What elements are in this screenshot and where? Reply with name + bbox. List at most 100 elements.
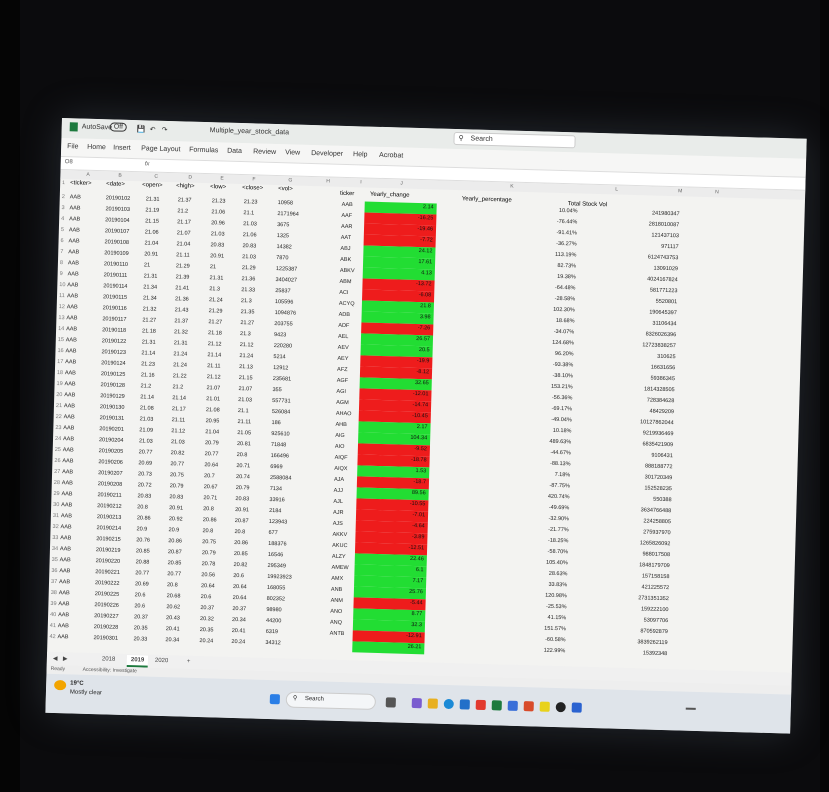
- accessibility-status[interactable]: Accessibility: Investigate: [83, 667, 137, 675]
- row-number[interactable]: 27: [54, 469, 60, 475]
- row-number[interactable]: 39: [50, 601, 56, 607]
- cell-vol[interactable]: 105596: [275, 299, 294, 306]
- cell-summary-ticker[interactable]: AKUC: [332, 543, 347, 549]
- row-number[interactable]: 24: [55, 436, 61, 442]
- cell-date[interactable]: 20190128: [100, 382, 125, 389]
- cell-yearly-change[interactable]: 26.21: [352, 641, 425, 655]
- cell-vol[interactable]: 6319: [266, 629, 278, 635]
- cell-open[interactable]: 20.86: [137, 515, 151, 521]
- cell-close[interactable]: 20.74: [236, 474, 250, 480]
- cell-date[interactable]: 20190211: [97, 492, 121, 499]
- row-number[interactable]: 28: [54, 480, 60, 486]
- cell-high[interactable]: 20.87: [168, 549, 182, 555]
- cell-total-stock-vol[interactable]: 3634766488: [641, 507, 672, 514]
- cell-high[interactable]: 21.32: [174, 329, 188, 335]
- cell-vol[interactable]: 16546: [268, 552, 283, 558]
- cell-date[interactable]: 20190123: [101, 349, 126, 356]
- cell-total-stock-vol[interactable]: 6835421909: [642, 441, 673, 448]
- cell-close[interactable]: 20.83: [242, 243, 256, 249]
- cell-summary-ticker[interactable]: ANQ: [330, 620, 342, 626]
- cell-ticker[interactable]: AAB: [59, 568, 70, 574]
- cell-ticker[interactable]: AAB: [70, 194, 81, 200]
- cell-high[interactable]: 20.77: [167, 571, 181, 577]
- cell-date[interactable]: 20190201: [99, 426, 124, 433]
- cell-yearly-percentage[interactable]: 7.18%: [555, 472, 571, 478]
- cell-ticker[interactable]: AAB: [60, 535, 71, 541]
- cell-open[interactable]: 20.69: [135, 581, 149, 587]
- cell-close[interactable]: 21.05: [237, 430, 251, 436]
- cell-close[interactable]: 21.3: [240, 331, 251, 337]
- cell-low[interactable]: 20.79: [202, 550, 216, 556]
- cell-vol[interactable]: 7134: [270, 486, 282, 492]
- cell-vol[interactable]: 557731: [272, 398, 291, 405]
- cell-date[interactable]: 20190226: [94, 602, 119, 609]
- cell-high[interactable]: 20.92: [169, 516, 183, 522]
- cell-summary-ticker[interactable]: AAF: [341, 213, 352, 219]
- cell-summary-ticker[interactable]: AIQX: [334, 466, 347, 472]
- cell-date[interactable]: 20190208: [98, 481, 123, 488]
- cell-open[interactable]: 20.35: [134, 625, 148, 631]
- col-n[interactable]: N: [715, 189, 719, 195]
- cell-summary-ticker[interactable]: ACI: [339, 290, 348, 296]
- cell-vol[interactable]: 2588084: [270, 475, 292, 482]
- cell-vol[interactable]: 5214: [273, 354, 285, 360]
- cell-high[interactable]: 21.03: [171, 439, 185, 445]
- cell-yearly-percentage[interactable]: 33.83%: [548, 582, 567, 589]
- row-number[interactable]: 20: [56, 392, 62, 398]
- cell-yearly-percentage[interactable]: 19.38%: [557, 274, 576, 281]
- cell-date[interactable]: 20190114: [103, 283, 127, 290]
- cell-total-stock-vol[interactable]: 5520801: [656, 299, 678, 306]
- cell-low[interactable]: 21.14: [207, 352, 221, 358]
- add-sheet-icon[interactable]: +: [187, 659, 191, 665]
- cell-date[interactable]: 20190206: [98, 459, 123, 466]
- cell-close[interactable]: 20.64: [233, 584, 247, 590]
- cell-low[interactable]: 20.64: [204, 462, 218, 468]
- sheet-tab-2020[interactable]: 2020: [155, 658, 169, 664]
- cell-date[interactable]: 20190117: [102, 316, 126, 323]
- cell-low[interactable]: 20.8: [203, 506, 214, 512]
- cell-total-stock-vol[interactable]: 10127862044: [640, 419, 674, 426]
- cell-yearly-percentage[interactable]: 96.20%: [555, 351, 574, 358]
- cell-low[interactable]: 21.01: [206, 396, 220, 402]
- col-i[interactable]: I: [360, 179, 362, 185]
- cell-vol[interactable]: 19923923: [267, 574, 292, 581]
- cell-open[interactable]: 20.83: [137, 493, 151, 499]
- cell-high[interactable]: 20.43: [166, 615, 180, 621]
- cell-vol[interactable]: 186: [271, 420, 280, 426]
- cell-yearly-percentage[interactable]: -56.36%: [552, 395, 573, 402]
- cell-summary-ticker[interactable]: AMX: [331, 576, 343, 582]
- cell-open[interactable]: 20.72: [138, 482, 152, 488]
- cell-summary-ticker[interactable]: AIQF: [335, 455, 348, 461]
- cell-close[interactable]: 20.79: [236, 485, 250, 491]
- cell-high[interactable]: 21.17: [172, 406, 186, 412]
- cell-yearly-percentage[interactable]: 151.57%: [544, 626, 566, 633]
- tab-developer[interactable]: Developer: [311, 150, 343, 158]
- cell-vol[interactable]: 44200: [266, 618, 281, 624]
- row-number[interactable]: 31: [53, 513, 59, 519]
- cell-high[interactable]: 21.37: [178, 197, 192, 203]
- cell-close[interactable]: 21.23: [244, 199, 258, 205]
- cell-close[interactable]: 21.33: [241, 287, 255, 293]
- cell-vol[interactable]: 1094876: [275, 310, 297, 317]
- cell-close[interactable]: 20.24: [231, 639, 245, 645]
- cell-high[interactable]: 21.2: [177, 208, 188, 214]
- row-number[interactable]: 22: [56, 414, 62, 420]
- cell-yearly-percentage[interactable]: -21.77%: [548, 527, 569, 534]
- cell-total-stock-vol[interactable]: 1848179709: [639, 562, 670, 569]
- cell-yearly-percentage[interactable]: 10.18%: [553, 428, 572, 435]
- cell-summary-ticker[interactable]: AMEW: [331, 565, 348, 571]
- cell-low[interactable]: 20.91: [210, 253, 224, 259]
- row-number[interactable]: 3: [61, 205, 64, 211]
- row-number[interactable]: 15: [58, 337, 64, 343]
- cell-low[interactable]: 21.12: [208, 341, 222, 347]
- col-m[interactable]: M: [678, 188, 682, 194]
- cell-open[interactable]: 21.31: [144, 273, 158, 279]
- cell-low[interactable]: 20.75: [202, 539, 216, 545]
- cell-total-stock-vol[interactable]: 16631656: [651, 365, 676, 372]
- cell-summary-ticker[interactable]: AIG: [335, 433, 345, 439]
- cell-ticker[interactable]: AAB: [59, 590, 70, 596]
- cell-close[interactable]: 20.85: [234, 551, 248, 557]
- cell-summary-ticker[interactable]: AIO: [335, 444, 345, 450]
- cell-low[interactable]: 20.7: [204, 473, 215, 479]
- cell-total-stock-vol[interactable]: 275937970: [643, 529, 671, 536]
